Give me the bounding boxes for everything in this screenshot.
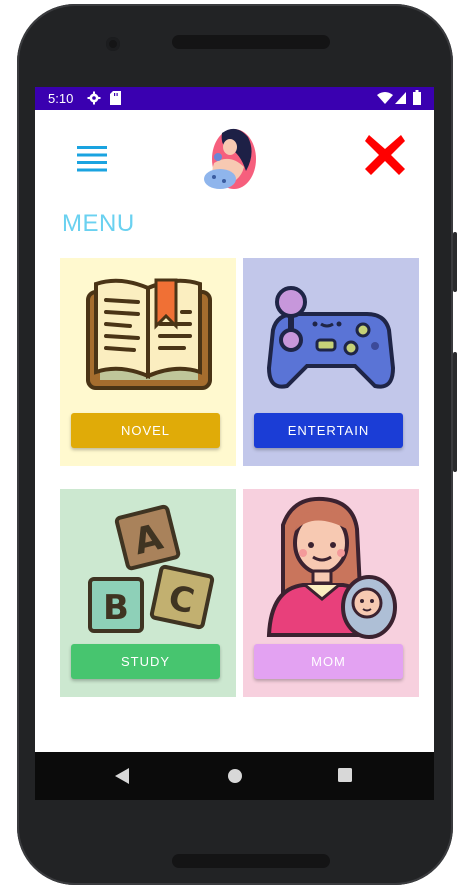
abc-blocks-icon: A B C	[88, 504, 215, 633]
battery-icon	[413, 90, 421, 105]
close-x-icon[interactable]	[365, 135, 405, 175]
cell-signal-icon	[395, 92, 406, 104]
tile-novel[interactable]: NOVEL	[60, 258, 236, 466]
tile-study[interactable]: A B C STUDY	[60, 489, 236, 697]
mom-button[interactable]: MOM	[254, 644, 403, 679]
status-time: 5:10	[48, 91, 74, 106]
study-button[interactable]: STUDY	[71, 644, 220, 679]
gamepad-icon	[266, 286, 396, 389]
svg-text:B: B	[103, 588, 129, 628]
hamburger-menu-icon[interactable]	[77, 146, 107, 172]
volume-button	[453, 232, 457, 292]
bottom-speaker	[172, 854, 330, 868]
back-triangle-icon[interactable]	[115, 768, 131, 784]
tile-entertain[interactable]: ENTERTAIN	[243, 258, 419, 466]
front-camera	[106, 37, 120, 51]
book-icon	[86, 278, 212, 390]
wifi-icon	[377, 92, 393, 104]
menu-title: MENU	[62, 210, 135, 237]
mother-and-child-logo	[204, 128, 256, 189]
home-circle-icon[interactable]	[227, 768, 243, 784]
sd-card-icon	[110, 91, 121, 105]
tile-mom[interactable]: MOM	[243, 489, 419, 697]
top-speaker	[172, 35, 330, 49]
mother-with-baby-icon	[266, 496, 397, 639]
recents-square-icon[interactable]	[338, 768, 352, 782]
settings-gear-icon	[87, 91, 101, 105]
system-nav-bar	[35, 752, 434, 800]
power-button	[453, 352, 457, 472]
status-bar: 5:10	[35, 87, 434, 110]
novel-button[interactable]: NOVEL	[71, 413, 220, 448]
app-screen: 5:10 MENU NOVEL ENTERTAIN A B C STUDY MO…	[35, 87, 434, 800]
entertain-button[interactable]: ENTERTAIN	[254, 413, 403, 448]
